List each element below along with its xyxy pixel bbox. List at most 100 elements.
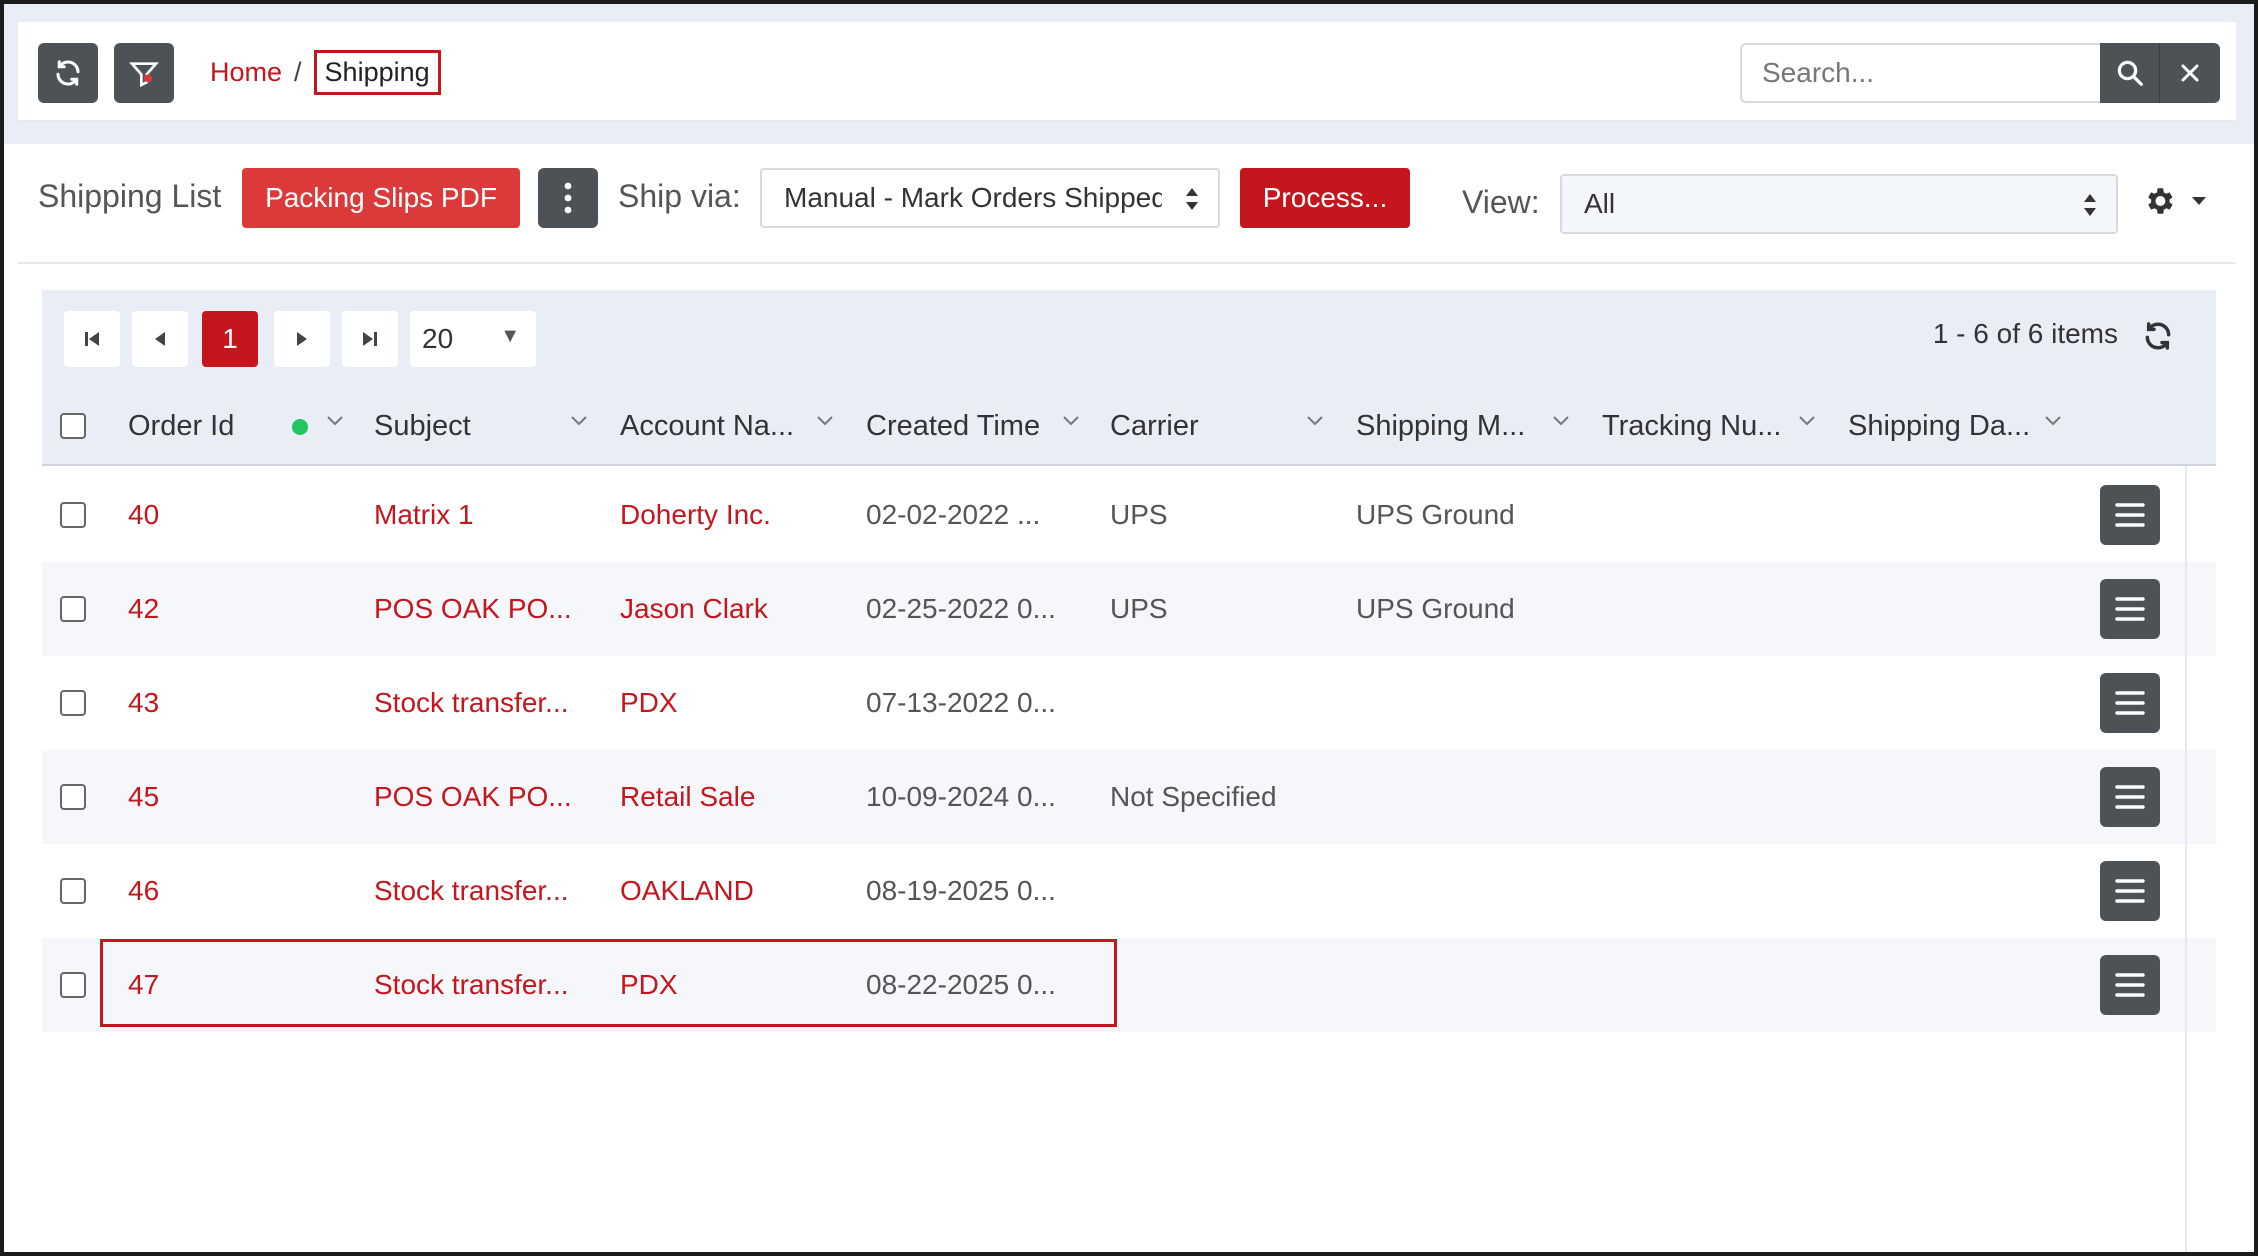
order-id-link[interactable]: 46 [128,844,159,938]
table-row[interactable]: 46 Stock transfer... OAKLAND 08-19-2025 … [42,844,2216,938]
order-id-link[interactable]: 43 [128,656,159,750]
column-header-order-id[interactable]: Order Id [128,386,234,466]
previous-page-button[interactable] [132,311,188,367]
ship-via-value: Manual - Mark Orders Shipped [784,182,1162,213]
created-time-cell: 08-19-2025 0... [866,875,1056,906]
column-header-account-name[interactable]: Account Na... [620,386,794,466]
chevron-down-icon[interactable] [570,414,588,428]
chevron-down-icon[interactable] [2044,414,2062,428]
account-link[interactable]: Jason Clark [620,562,768,656]
account-link[interactable]: PDX [620,656,678,750]
chevron-down-icon[interactable] [1306,414,1324,428]
table-row[interactable]: 42 POS OAK PO... Jason Clark 02-25-2022 … [42,562,2216,656]
caret-down-icon [2192,197,2206,205]
list-title: Shipping List [38,178,222,214]
row-checkbox[interactable] [60,596,86,622]
row-menu-button[interactable] [2100,767,2160,827]
row-checkbox[interactable] [60,690,86,716]
refresh-icon[interactable] [2142,320,2174,352]
hamburger-icon [2115,597,2145,621]
column-header-subject[interactable]: Subject [374,386,471,466]
row-menu-button[interactable] [2100,673,2160,733]
subject-link[interactable]: Stock transfer... [374,656,569,750]
order-id-link[interactable]: 42 [128,562,159,656]
table-row[interactable]: 40 Matrix 1 Doherty Inc. 02-02-2022 ... … [42,468,2216,562]
process-button[interactable]: Process... [1240,168,1410,228]
subject-link[interactable]: Stock transfer... [374,938,569,1032]
clear-search-button[interactable] [2160,43,2220,103]
search-button[interactable] [2100,43,2160,103]
hamburger-icon [2115,691,2145,715]
order-id-link[interactable]: 45 [128,750,159,844]
chevron-down-icon[interactable] [816,414,834,428]
next-page-button[interactable] [274,311,330,367]
settings-dropdown[interactable] [2142,184,2208,218]
account-link[interactable]: Retail Sale [620,750,755,844]
column-header-tracking-number[interactable]: Tracking Nu... [1602,386,1781,466]
more-actions-button[interactable] [538,168,598,228]
select-all-checkbox[interactable] [60,413,86,439]
last-page-button[interactable] [342,311,398,367]
filter-icon [129,62,159,88]
breadcrumb-current: Shipping [313,49,441,95]
account-link[interactable]: Doherty Inc. [620,468,771,562]
close-icon [2181,64,2199,82]
scrollbar-track[interactable] [2185,466,2187,1252]
view-select[interactable]: All [1560,174,2118,234]
hamburger-icon [2115,973,2145,997]
caret-down-icon: ▼ [500,325,520,347]
created-time-cell: 10-09-2024 0... [866,781,1056,812]
subject-link[interactable]: Matrix 1 [374,468,474,562]
row-menu-button[interactable] [2100,955,2160,1015]
page-size-select[interactable]: 20 ▼ [410,311,536,367]
search-input[interactable] [1740,43,2100,103]
column-header-created-time[interactable]: Created Time [866,386,1040,466]
status-dot-icon [292,419,308,435]
view-label: View: [1462,184,1540,220]
chevron-down-icon[interactable] [1552,414,1570,428]
packing-slips-pdf-button[interactable]: Packing Slips PDF [242,168,520,228]
column-header-shipping-method[interactable]: Shipping M... [1356,386,1525,466]
chevron-down-icon[interactable] [1062,414,1080,428]
row-checkbox[interactable] [60,502,86,528]
account-link[interactable]: PDX [620,938,678,1032]
subject-link[interactable]: Stock transfer... [374,844,569,938]
first-page-icon [85,332,99,346]
subject-link[interactable]: POS OAK PO... [374,562,572,656]
top-bar: Home / Shipping [18,22,2236,122]
row-checkbox[interactable] [60,972,86,998]
page-1-button[interactable]: 1 [202,311,258,367]
column-header-carrier[interactable]: Carrier [1110,386,1199,466]
hamburger-icon [2115,785,2145,809]
column-header-shipping-date[interactable]: Shipping Da... [1848,386,2030,466]
created-time-cell: 02-02-2022 ... [866,499,1041,530]
chevron-down-icon[interactable] [1798,414,1816,428]
order-id-link[interactable]: 40 [128,468,159,562]
table-row[interactable]: 47 Stock transfer... PDX 08-22-2025 0... [42,938,2216,1032]
row-checkbox[interactable] [60,878,86,904]
created-time-cell: 02-25-2022 0... [866,593,1056,624]
account-link[interactable]: OAKLAND [620,844,754,938]
ship-via-select[interactable]: Manual - Mark Orders Shipped [760,168,1220,228]
carrier-cell: UPS [1110,593,1168,624]
refresh-icon [56,60,80,86]
row-menu-button[interactable] [2100,579,2160,639]
breadcrumb: Home / Shipping [210,47,441,97]
row-menu-button[interactable] [2100,861,2160,921]
pager: 1 20 ▼ 1 - 6 of 6 items [42,290,2216,386]
row-checkbox[interactable] [60,784,86,810]
created-time-cell: 07-13-2022 0... [866,687,1056,718]
table-row[interactable]: 43 Stock transfer... PDX 07-13-2022 0... [42,656,2216,750]
chevron-down-icon[interactable] [326,414,344,428]
table-row[interactable]: 45 POS OAK PO... Retail Sale 10-09-2024 … [42,750,2216,844]
row-menu-button[interactable] [2100,485,2160,545]
first-page-button[interactable] [64,311,120,367]
last-page-icon [363,332,377,346]
breadcrumb-home-link[interactable]: Home [210,57,282,88]
filter-button[interactable] [114,43,174,103]
gear-icon [2148,188,2173,214]
shipping-method-cell: UPS Ground [1356,593,1515,624]
subject-link[interactable]: POS OAK PO... [374,750,572,844]
refresh-button[interactable] [38,43,98,103]
order-id-link[interactable]: 47 [128,938,159,1032]
